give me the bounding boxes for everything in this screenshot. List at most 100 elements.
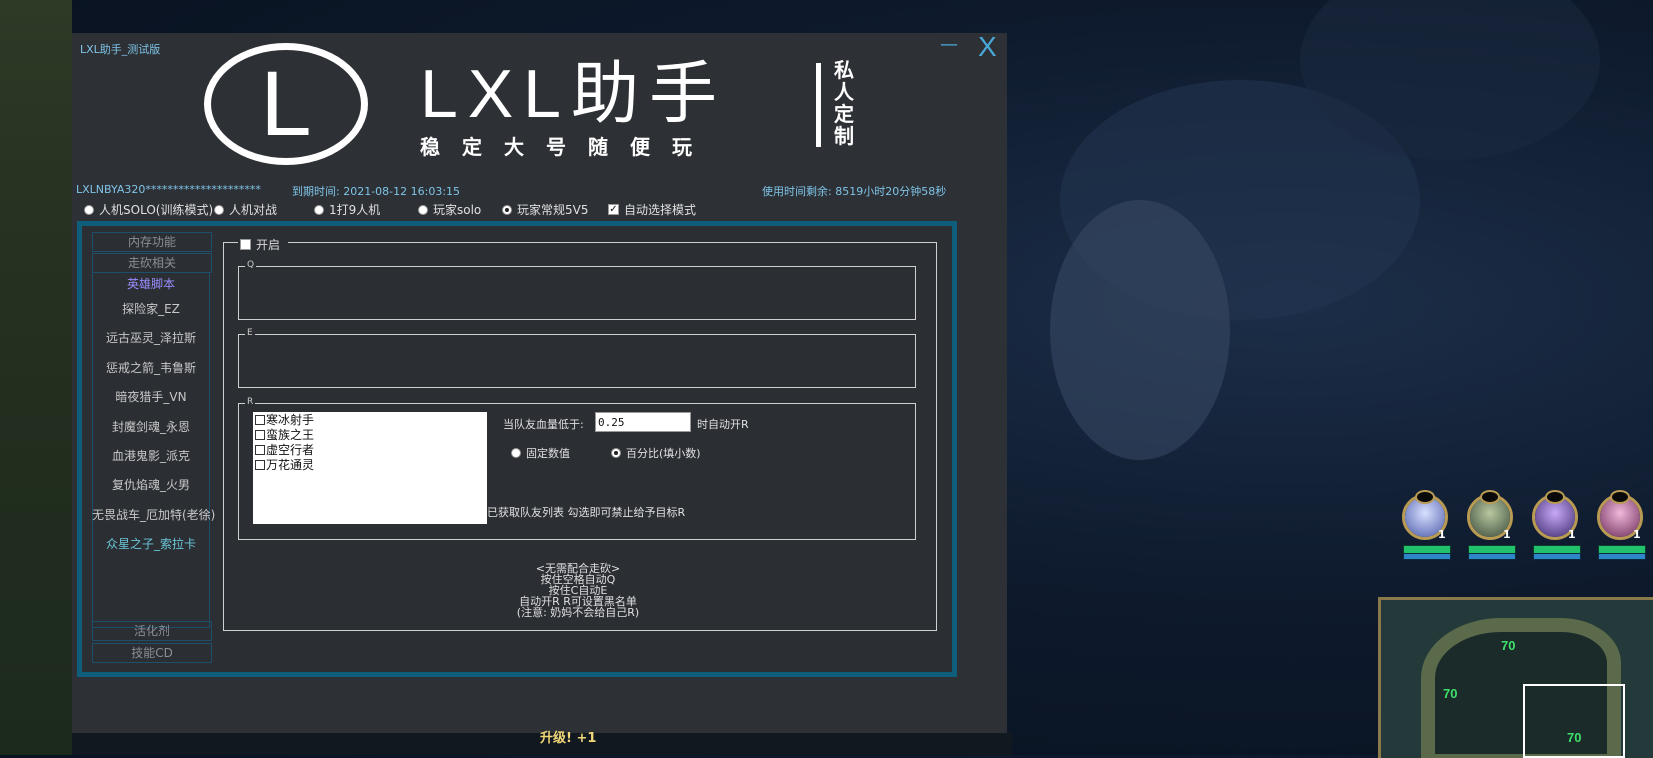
teammate-portrait[interactable]: 1 [1400, 490, 1452, 562]
teammate-item[interactable]: 寒冰射手 [253, 412, 487, 427]
checkbox-icon [255, 444, 265, 455]
mana-bar [1403, 553, 1451, 560]
sidebar-item-memory[interactable]: 内存功能 [92, 232, 212, 252]
mana-bar [1533, 553, 1581, 560]
window-title: LXL助手_测试版 [80, 43, 161, 56]
logo-letter: L [260, 53, 312, 155]
champion-level: 1 [1568, 528, 1576, 541]
minimap-camera-box [1523, 684, 1625, 758]
r-settings-group: R 寒冰射手 蛮族之王 虚空行者 万花通灵 当队友血量低于: 0.25 时自动开… [238, 397, 916, 540]
ultimate-indicator-icon [1610, 490, 1630, 504]
sidebar-item-activator[interactable]: 活化剂 [92, 621, 212, 641]
teammate-item[interactable]: 虚空行者 [253, 442, 487, 457]
expire-time: 到期时间: 2021-08-12 16:03:15 [292, 185, 461, 198]
radio-icon [84, 204, 94, 215]
teammate-list-hint: 已获取队友列表 勾选即可禁止给予目标R [487, 506, 686, 519]
hp-threshold-input[interactable]: 0.25 [595, 412, 691, 432]
checkbox-icon [240, 239, 251, 250]
usage-notes: <无需配合走砍> 按住空格自动Q 按住C自动E 自动开R R可设置黑名单 (注意… [222, 563, 934, 618]
logo-divider [816, 63, 821, 147]
radio-icon [511, 448, 521, 458]
mana-bar [1468, 553, 1516, 560]
minimize-button[interactable]: — [940, 34, 958, 55]
user-account: LXLNBYA320********************* [76, 183, 261, 196]
note-line: (注意: 奶妈不会给自己R) [516, 606, 640, 619]
mode-option[interactable]: 玩家solo [418, 201, 481, 218]
hero-item-yone[interactable]: 封魔剑魂_永恩 [92, 418, 210, 436]
mode-option[interactable]: 人机对战 [214, 201, 277, 218]
mode-label: 1打9人机 [329, 203, 381, 217]
hero-item-ez[interactable]: 探险家_EZ [92, 300, 210, 318]
mode-option[interactable]: 1打9人机 [314, 201, 380, 218]
checkbox-icon [255, 414, 265, 425]
checkbox-icon [255, 429, 265, 440]
mode-label: 玩家常规5V5 [517, 203, 589, 217]
remaining-time: 使用时间剩余: 8519小时20分钟58秒 [762, 185, 947, 198]
hero-item-xerath[interactable]: 远古巫灵_泽拉斯 [92, 329, 210, 347]
sidebar-item-orbwalk[interactable]: 走砍相关 [92, 253, 212, 273]
mode-selector: 人机SOLO(训练模式) 人机对战 1打9人机 玩家solo 玩家常规5V5 ✓… [84, 201, 984, 219]
game-background-left [0, 0, 72, 755]
ultimate-indicator-icon [1545, 490, 1565, 504]
enable-checkbox[interactable]: 开启 [238, 236, 289, 253]
champion-level: 1 [1503, 528, 1511, 541]
mana-bar [1598, 553, 1646, 560]
e-group-label: E [245, 328, 255, 338]
close-button[interactable]: X [978, 31, 997, 63]
background-rock [1050, 200, 1230, 460]
teammate-portrait[interactable]: 1 [1595, 490, 1647, 562]
logo-circle: L [204, 43, 368, 165]
hp-threshold-suffix: 时自动开R [697, 418, 749, 431]
teammate-portrait[interactable]: 1 [1465, 490, 1517, 562]
teammate-item[interactable]: 蛮族之王 [253, 427, 487, 442]
ultimate-indicator-icon [1480, 490, 1500, 504]
logo-side-text: 私人定制 [834, 58, 854, 148]
app-window: LXL助手_测试版 — X L LXL助手 稳定大号随便玩 私人定制 LXLNB… [72, 31, 1007, 733]
teammate-name: 万花通灵 [266, 458, 315, 472]
sidebar-item-hero-scripts[interactable]: 英雄脚本 [92, 275, 210, 293]
mode-option[interactable]: 玩家常规5V5 [502, 201, 588, 218]
fixed-value-label: 固定数值 [526, 447, 570, 460]
hero-item-soraka[interactable]: 众星之子_索拉卡 [92, 535, 210, 553]
mode-label: 玩家solo [433, 203, 482, 217]
q-settings-group: Q [238, 260, 916, 320]
logo-slogan: 稳定大号随便玩 [420, 135, 714, 159]
teammate-item[interactable]: 万花通灵 [253, 457, 487, 472]
e-settings-group: E [238, 328, 916, 388]
minimap-camp-timer: 70 [1501, 638, 1516, 653]
percent-radio[interactable]: 百分比(填小数) [611, 445, 701, 461]
hp-threshold-label: 当队友血量低于: [503, 418, 584, 431]
checkmark-icon: ✓ [608, 204, 619, 215]
hero-item-urgot[interactable]: 无畏战车_厄加特(老徐) [92, 506, 215, 524]
radio-selected-icon [502, 204, 512, 215]
hero-item-brand[interactable]: 复仇焰魂_火男 [92, 476, 210, 494]
mode-label: 人机对战 [229, 203, 278, 217]
teammate-list[interactable]: 寒冰射手 蛮族之王 虚空行者 万花通灵 [253, 412, 487, 524]
content-frame: 内存功能 走砍相关 英雄脚本 探险家_EZ 远古巫灵_泽拉斯 惩戒之箭_韦鲁斯 … [77, 221, 957, 677]
r-group-label: R [245, 397, 256, 407]
hero-item-varus[interactable]: 惩戒之箭_韦鲁斯 [92, 359, 210, 377]
radio-icon [418, 204, 428, 215]
fixed-value-radio[interactable]: 固定数值 [511, 445, 570, 461]
auto-select-checkbox[interactable]: ✓ 自动选择模式 [608, 201, 696, 218]
radio-icon [214, 204, 224, 215]
teammate-portrait[interactable]: 1 [1530, 490, 1582, 562]
hero-item-pyke[interactable]: 血港鬼影_派克 [92, 447, 210, 465]
champion-level: 1 [1633, 528, 1641, 541]
enable-label: 开启 [256, 238, 281, 252]
sidebar-item-skill-cd[interactable]: 技能CD [92, 643, 212, 663]
mode-option[interactable]: 人机SOLO(训练模式) [84, 201, 213, 218]
logo-title: LXL助手 [420, 56, 727, 132]
level-up-text: 升级! +1 [540, 731, 597, 746]
ultimate-indicator-icon [1415, 490, 1435, 504]
level-up-banner: 升级! +1 [540, 727, 660, 755]
radio-selected-icon [611, 448, 621, 458]
minimap[interactable]: 70 70 70 [1378, 597, 1653, 758]
q-group-label: Q [245, 260, 257, 270]
auto-select-label: 自动选择模式 [624, 203, 697, 217]
minimap-camp-timer: 70 [1443, 686, 1458, 701]
checkbox-icon [255, 459, 265, 470]
hero-item-vayne[interactable]: 暗夜猎手_VN [92, 388, 210, 406]
mode-label: 人机SOLO(训练模式) [99, 203, 214, 217]
percent-label: 百分比(填小数) [626, 447, 701, 460]
